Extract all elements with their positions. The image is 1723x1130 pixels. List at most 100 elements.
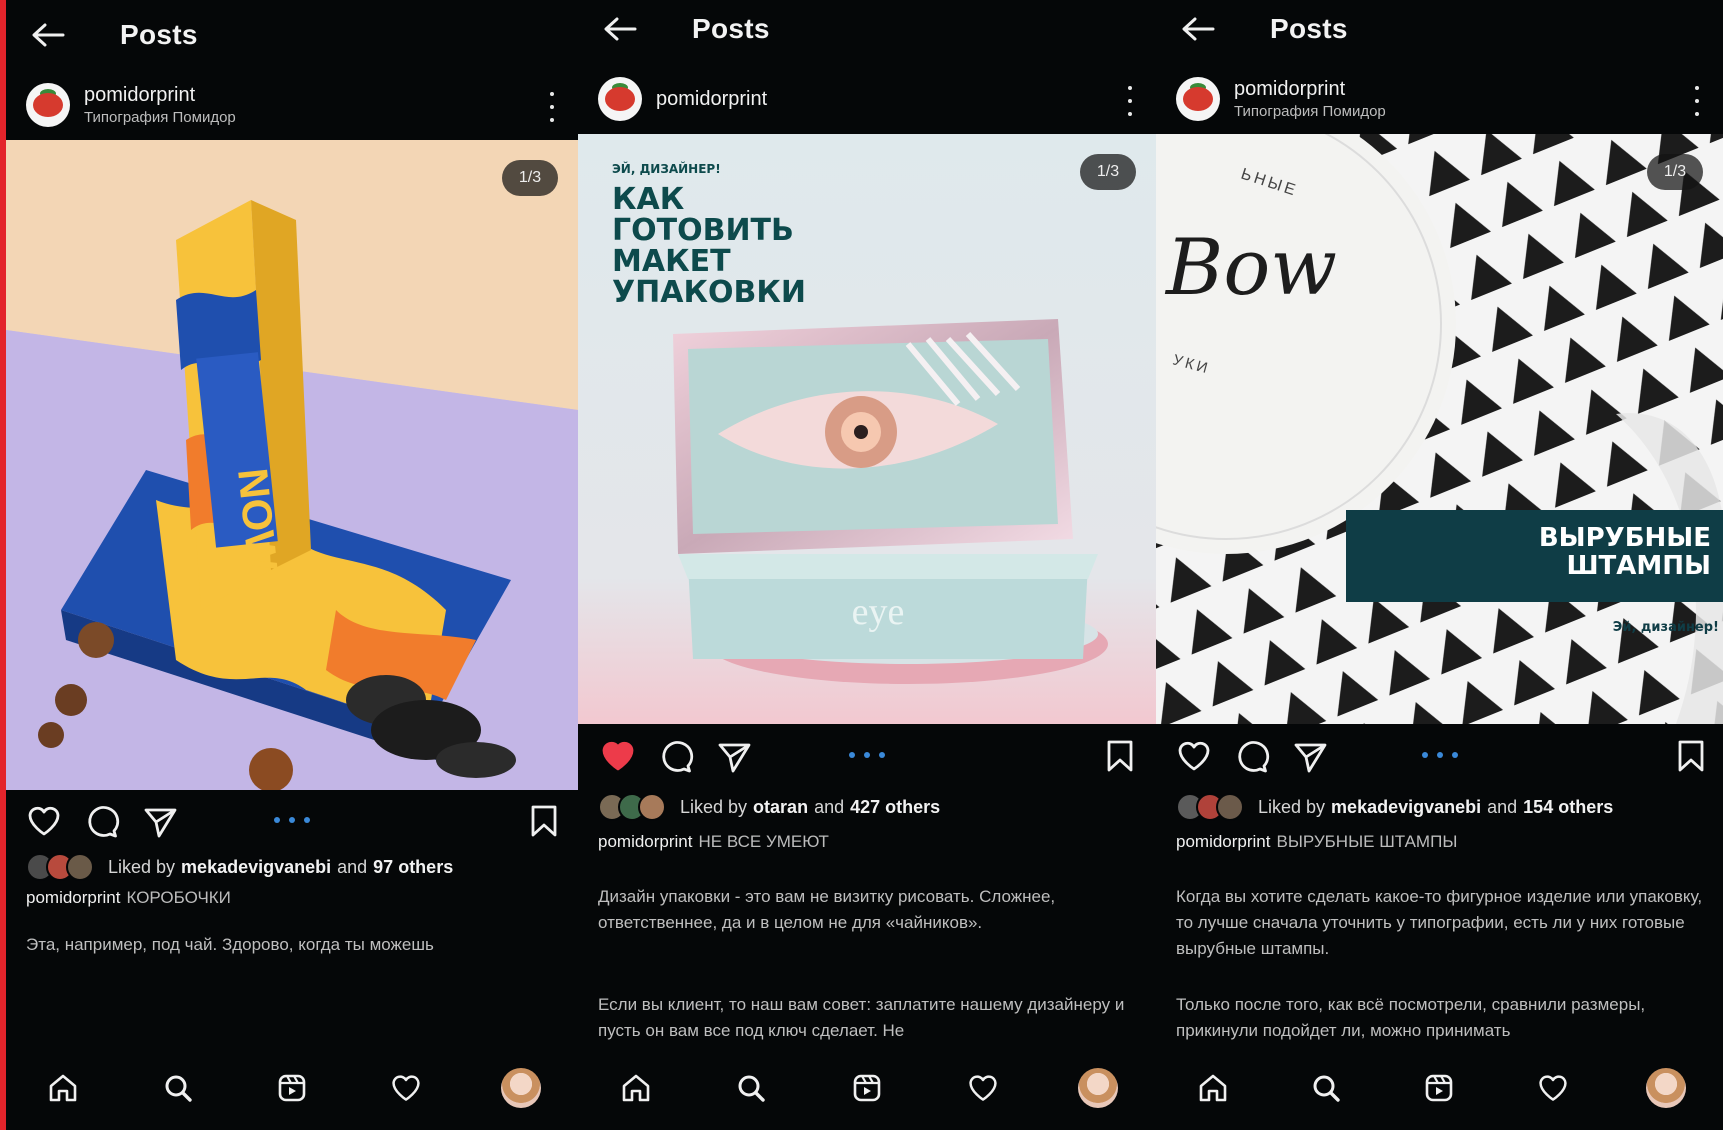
share-icon[interactable] bbox=[716, 738, 752, 774]
caption-username[interactable]: pomidorprint bbox=[1176, 832, 1271, 851]
comment-icon[interactable] bbox=[1234, 738, 1270, 774]
liked-and-label: and bbox=[1487, 796, 1518, 817]
page-title: Posts bbox=[120, 19, 198, 50]
caption-username[interactable]: pomidorprint bbox=[26, 888, 121, 907]
back-arrow-icon[interactable] bbox=[28, 15, 68, 55]
page-title: Posts bbox=[692, 13, 770, 44]
page-title: Posts bbox=[1270, 13, 1348, 44]
more-vertical-icon[interactable] bbox=[548, 92, 556, 122]
home-icon[interactable] bbox=[43, 1068, 83, 1108]
avatar[interactable] bbox=[26, 83, 70, 127]
post-header: pomidorprint Типография Помидор bbox=[1156, 64, 1723, 134]
back-arrow-icon[interactable] bbox=[1178, 9, 1218, 49]
top-bar: Posts bbox=[1156, 0, 1723, 64]
bottom-nav bbox=[1156, 1045, 1723, 1130]
search-icon[interactable] bbox=[158, 1068, 198, 1108]
caption-paragraph: Если вы клиент, то наш вам совет: заплат… bbox=[598, 995, 1125, 1040]
likes-count[interactable]: 427 others bbox=[850, 797, 940, 818]
label-script: Bow bbox=[1164, 223, 1337, 313]
share-icon[interactable] bbox=[142, 803, 178, 839]
caption-text: КОРОБОЧКИ bbox=[126, 888, 231, 907]
activity-heart-icon[interactable] bbox=[963, 1068, 1003, 1108]
likes-summary[interactable]: Liked by mekadevigvanebi and 154 others bbox=[1176, 792, 1713, 822]
comment-icon[interactable] bbox=[658, 738, 694, 774]
box-label: eye bbox=[852, 591, 905, 633]
caption-username[interactable]: pomidorprint bbox=[598, 832, 693, 851]
heart-icon[interactable] bbox=[26, 803, 62, 839]
post-screen-2: Posts pomidorprint eye ЭЙ, ДИЗАЙНЕР! КАК… bbox=[578, 0, 1156, 1130]
caption-paragraph: Только после того, как всё посмотрели, с… bbox=[1176, 995, 1646, 1040]
more-vertical-icon[interactable] bbox=[1126, 86, 1134, 116]
more-vertical-icon[interactable] bbox=[1693, 86, 1701, 116]
likes-count[interactable]: 97 others bbox=[373, 857, 453, 878]
post-image[interactable]: eye ЭЙ, ДИЗАЙНЕР! КАК ГОТОВИТЬ МАКЕТ УПА… bbox=[578, 134, 1156, 724]
carousel-dots bbox=[849, 752, 885, 760]
liked-by-label: Liked by bbox=[680, 796, 748, 817]
likes-count[interactable]: 154 others bbox=[1523, 797, 1613, 818]
username[interactable]: pomidorprint bbox=[656, 88, 767, 111]
reels-icon[interactable] bbox=[1419, 1068, 1459, 1108]
liked-by-user[interactable]: mekadevigvanebi bbox=[1331, 797, 1481, 818]
post-image[interactable]: NOW 1/3 bbox=[6, 140, 578, 790]
profile-avatar[interactable] bbox=[1646, 1067, 1687, 1108]
heart-icon[interactable] bbox=[600, 738, 636, 774]
liked-by-label: Liked by bbox=[108, 856, 176, 877]
home-icon[interactable] bbox=[1193, 1068, 1233, 1108]
liked-by-user[interactable]: mekadevigvanebi bbox=[181, 857, 331, 878]
image-counter: 1/3 bbox=[502, 160, 558, 196]
bookmark-icon[interactable] bbox=[1673, 738, 1709, 774]
search-icon[interactable] bbox=[731, 1068, 771, 1108]
post-screen-3: Posts pomidorprint Типография Помидор Bo… bbox=[1156, 0, 1723, 1130]
reels-icon[interactable] bbox=[272, 1068, 312, 1108]
bookmark-icon[interactable] bbox=[1102, 738, 1138, 774]
post-image[interactable]: Bow ЬНЫЕ УКИ ВЫРУБНЫЕ ШТАМПЫ Эй, дизайне… bbox=[1156, 134, 1723, 724]
post-caption: pomidorprint ВЫРУБНЫЕ ШТАМПЫ bbox=[1176, 832, 1713, 852]
post-actions bbox=[578, 730, 1156, 780]
liker-avatars bbox=[26, 853, 94, 881]
liked-by-label: Liked by bbox=[1258, 796, 1326, 817]
image-kicker: ЭЙ, ДИЗАЙНЕР! bbox=[612, 162, 721, 176]
image-counter: 1/3 bbox=[1647, 154, 1703, 190]
caption-paragraph: Эта, например, под чай. Здорово, когда т… bbox=[26, 935, 434, 954]
activity-heart-icon[interactable] bbox=[386, 1068, 426, 1108]
avatar[interactable] bbox=[1176, 77, 1220, 121]
bottom-nav bbox=[6, 1045, 578, 1130]
liked-and-label: and bbox=[337, 856, 368, 877]
reels-icon[interactable] bbox=[847, 1068, 887, 1108]
liked-by-user[interactable]: otaran bbox=[753, 797, 808, 818]
top-bar: Posts bbox=[578, 0, 1156, 64]
search-icon[interactable] bbox=[1306, 1068, 1346, 1108]
heart-icon[interactable] bbox=[1176, 738, 1212, 774]
profile-avatar[interactable] bbox=[500, 1067, 541, 1108]
top-bar: Posts bbox=[6, 0, 578, 70]
caption-text: НЕ ВСЕ УМЕЮТ bbox=[698, 832, 829, 851]
back-arrow-icon[interactable] bbox=[600, 9, 640, 49]
post-header: pomidorprint bbox=[578, 64, 1156, 134]
image-headline: КАК ГОТОВИТЬ МАКЕТ УПАКОВКИ bbox=[612, 182, 806, 310]
share-icon[interactable] bbox=[1292, 738, 1328, 774]
account-subtitle: Типография Помидор bbox=[84, 109, 236, 126]
liked-and-label: and bbox=[814, 796, 845, 817]
liker-avatars bbox=[1176, 793, 1244, 821]
post-actions bbox=[1156, 730, 1723, 780]
activity-heart-icon[interactable] bbox=[1533, 1068, 1573, 1108]
comment-icon[interactable] bbox=[84, 803, 120, 839]
likes-summary[interactable]: Liked by otaran and 427 others bbox=[598, 792, 1146, 822]
caption-paragraph: Дизайн упаковки - это вам не визитку рис… bbox=[598, 887, 1056, 932]
caption-text: ВЫРУБНЫЕ ШТАМПЫ bbox=[1276, 832, 1458, 851]
post-screen-1: Posts pomidorprint Типография Помидор NO… bbox=[6, 0, 578, 1130]
bookmark-icon[interactable] bbox=[526, 803, 562, 839]
home-icon[interactable] bbox=[616, 1068, 656, 1108]
username[interactable]: pomidorprint bbox=[1234, 78, 1386, 101]
post-actions bbox=[6, 795, 578, 845]
caption-paragraph: Когда вы хотите сделать какое-то фигурно… bbox=[1176, 887, 1703, 958]
username[interactable]: pomidorprint bbox=[84, 84, 236, 107]
image-counter: 1/3 bbox=[1080, 154, 1136, 190]
bottom-nav bbox=[578, 1045, 1156, 1130]
image-banner: ВЫРУБНЫЕ ШТАМПЫ bbox=[1538, 523, 1711, 581]
carousel-dots bbox=[274, 817, 310, 825]
avatar[interactable] bbox=[598, 77, 642, 121]
post-caption: pomidorprint КОРОБОЧКИ bbox=[26, 888, 568, 908]
profile-avatar[interactable] bbox=[1078, 1067, 1119, 1108]
likes-summary[interactable]: Liked by mekadevigvanebi and 97 others bbox=[26, 852, 568, 882]
